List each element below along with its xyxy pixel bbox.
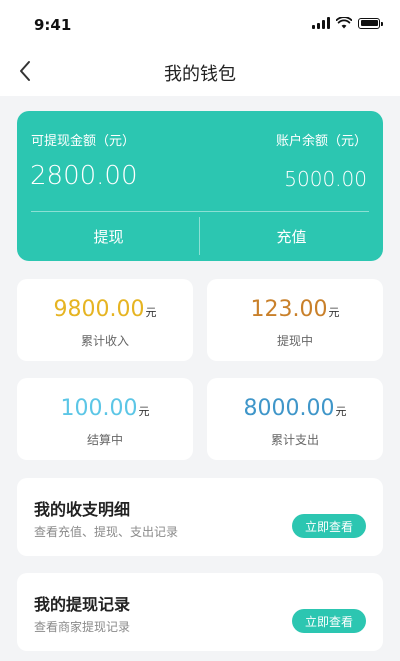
withdraw-record-card[interactable]: 我的提现记录 查看商家提现记录 立即查看 [17, 573, 383, 651]
battery-icon [358, 17, 383, 29]
status-bar: 9:41 [0, 0, 400, 46]
stat-value-wrap: 123.00元 [207, 297, 383, 322]
stat-label: 提现中 [276, 334, 313, 348]
stat-unit: 元 [145, 306, 157, 319]
withdrawable-label: 可提现金额（元） [31, 134, 136, 149]
stat-card-total-expense: 8000.00元 累计支出 [207, 378, 383, 460]
stat-card-withdrawing: 123.00元 提现中 [207, 279, 383, 361]
wifi-icon [336, 17, 352, 29]
stat-label: 累计收入 [80, 334, 129, 348]
status-time: 9:41 [34, 16, 72, 34]
income-expense-detail-card[interactable]: 我的收支明细 查看充值、提现、支出记录 立即查看 [17, 478, 383, 556]
list-title: 我的收支明细 [34, 500, 131, 519]
withdraw-button[interactable]: 提现 [17, 212, 200, 261]
recharge-button[interactable]: 充值 [200, 212, 383, 261]
balance-amount: 5000.00 [284, 167, 367, 191]
stat-value: 9800.00 [53, 297, 145, 322]
page-title: 我的钱包 [164, 64, 236, 85]
stat-unit: 元 [138, 405, 150, 418]
withdrawable-amount: 2800.00 [30, 161, 138, 191]
stat-label: 结算中 [86, 433, 123, 447]
list-subtitle: 查看商家提现记录 [34, 620, 131, 634]
nav-bar: 我的钱包 [0, 46, 400, 96]
stat-value: 100.00 [60, 396, 138, 421]
stat-card-settling: 100.00元 结算中 [17, 378, 193, 460]
balance-label: 账户余额（元） [275, 134, 367, 149]
top-header: 9:41 我的钱包 [0, 0, 400, 96]
wallet-card: 可提现金额（元） 账户余额（元） 2800.00 5000.00 提现 充值 [17, 111, 383, 261]
stat-value-wrap: 9800.00元 [17, 297, 193, 322]
stat-label: 累计支出 [270, 433, 319, 447]
signal-icon [312, 17, 330, 29]
view-now-button[interactable]: 立即查看 [292, 609, 366, 633]
stat-value: 123.00 [250, 297, 328, 322]
view-now-button[interactable]: 立即查看 [292, 514, 366, 538]
stat-unit: 元 [328, 306, 340, 319]
stat-value-wrap: 100.00元 [17, 396, 193, 421]
stat-card-total-income: 9800.00元 累计收入 [17, 279, 193, 361]
status-icons [312, 16, 383, 30]
stat-value: 8000.00 [243, 396, 335, 421]
list-subtitle: 查看充值、提现、支出记录 [34, 525, 179, 539]
stat-value-wrap: 8000.00元 [207, 396, 383, 421]
list-title: 我的提现记录 [34, 595, 131, 614]
stat-unit: 元 [335, 405, 347, 418]
